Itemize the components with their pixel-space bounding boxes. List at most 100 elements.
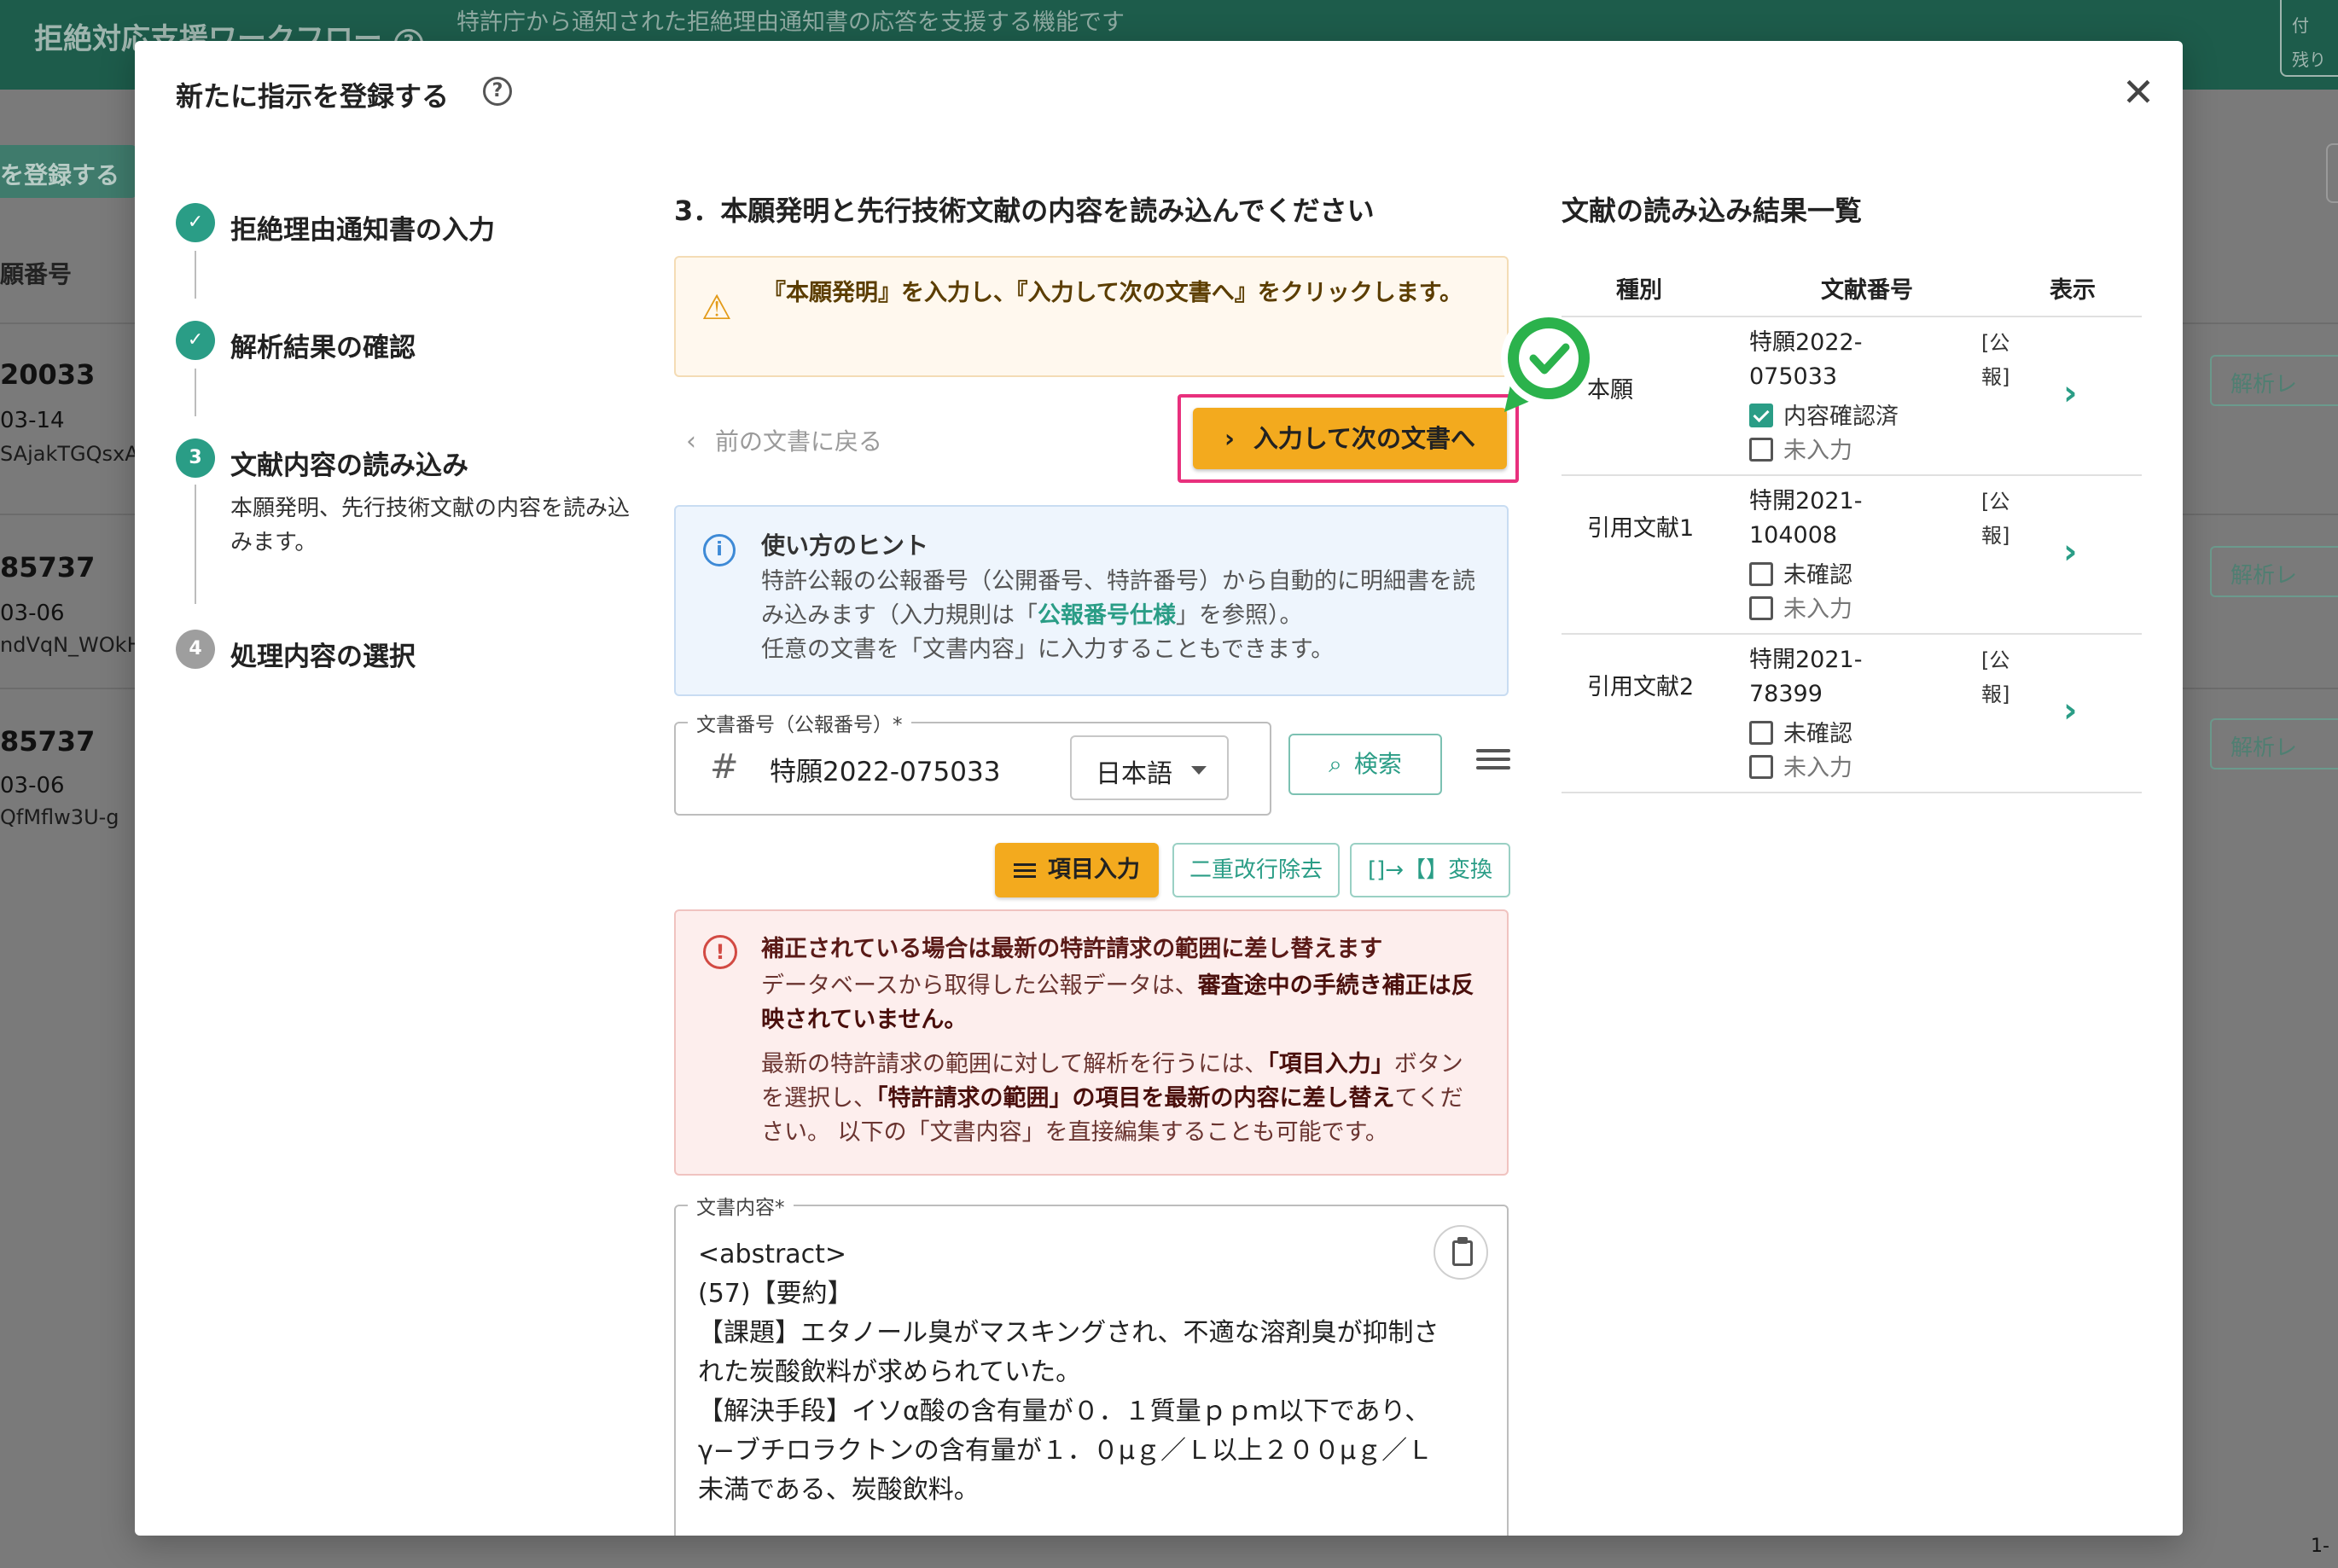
error-emphasis: 「特許請求の範囲」の項目を最新の内容に差し替え	[876, 1085, 1395, 1112]
check-row[interactable]: 未入力	[1749, 590, 1852, 624]
hint-text: 任意の文書を「文書内容」に入力することもできます。	[761, 636, 1335, 663]
row-date: 03-06	[0, 773, 65, 799]
row-code: QfMflw3U-g	[0, 805, 119, 829]
column-header: 願番号	[0, 260, 73, 288]
check-row[interactable]: 未入力	[1749, 749, 1852, 782]
doc-number-label: 文書番号（公報番号）*	[688, 708, 911, 737]
result-type: 引用文献1	[1587, 515, 1695, 542]
menu-icon[interactable]	[1476, 744, 1510, 778]
checkbox[interactable]	[1749, 562, 1773, 586]
error-title: 補正されている場合は最新の特許請求の範囲に差し替えます	[761, 936, 1383, 962]
checkbox-checked[interactable]	[1749, 404, 1773, 427]
doc-number-input[interactable]	[770, 747, 1051, 790]
language-value: 日本語	[1096, 759, 1172, 789]
row-date: 03-06	[0, 601, 65, 626]
item-input-label: 項目入力	[1048, 857, 1140, 883]
result-row[interactable]: 引用文献2 特開2021-78399 [公報] 未確認 未入力 ›	[1562, 635, 2142, 793]
hint-text: 」を参照）。	[1176, 602, 1303, 629]
spec-link[interactable]: 公報番号仕様	[1038, 602, 1176, 629]
check-label: 未確認	[1783, 562, 1852, 589]
result-row[interactable]: 本願 特願2022-075033 [公報] 内容確認済 未入力 ›	[1562, 317, 2142, 476]
warning-icon: ⚠	[701, 288, 732, 328]
check-label: 未入力	[1783, 438, 1852, 464]
result-number: 特開2021-104008	[1749, 488, 1863, 549]
row-code: SAjakTGQsxA	[0, 442, 139, 466]
search-button[interactable]: ⌕ 検索	[1288, 734, 1442, 795]
clipboard-tab	[1457, 1237, 1468, 1244]
step-label: 処理内容の選択	[230, 642, 416, 672]
row-number: 20033	[0, 358, 96, 391]
chevron-right-icon[interactable]: ›	[2063, 532, 2077, 572]
check-label: 内容確認済	[1783, 404, 1899, 430]
corner-line: 残り	[2292, 49, 2326, 70]
error-paragraph: 最新の特許請求の範囲に対して解析を行うには、「項目入力」ボタンを選択し、「特許請…	[761, 1048, 1478, 1150]
checkbox[interactable]	[1749, 721, 1773, 745]
hint-title: 使い方のヒント	[761, 531, 929, 560]
results-header: 種別 文献番号 表示	[1562, 264, 2142, 317]
analyze-button[interactable]: 解析レ	[2210, 355, 2338, 406]
warning-alert: ⚠ 『本願発明』を入力し、『入力して次の文書へ』をクリックします。	[674, 256, 1509, 377]
document-content-text[interactable]: <abstract> (57)【要約】 【課題】エタノール臭がマスキングされ、不…	[698, 1235, 1449, 1510]
check-icon: ✓	[176, 321, 215, 360]
corner-line: 付	[2292, 15, 2309, 36]
row-date: 03-14	[0, 408, 65, 433]
result-type: 本願	[1587, 377, 1633, 404]
back-button[interactable]: ‹ 前の文書に戻る	[674, 423, 882, 457]
error-text: 最新の特許請求の範囲に対して解析を行うには、	[761, 1051, 1268, 1077]
result-pub: [公報]	[1981, 490, 2010, 548]
step-number: 3	[176, 438, 215, 478]
bracket-convert-button[interactable]: []→【】変換	[1350, 843, 1510, 897]
result-pub: [公報]	[1981, 648, 2010, 706]
doc-number-field: 文書番号（公報番号）* # 日本語	[674, 708, 1271, 816]
error-emphasis: 「項目入力」	[1267, 1051, 1394, 1077]
register-instruction-modal: 新たに指示を登録する ? ✕ ✓ 拒絶理由通知書の入力 ✓ 解析結果の確認 3 …	[135, 41, 2183, 1536]
step-label: 解析結果の確認	[230, 333, 416, 363]
check-label: 未確認	[1783, 721, 1852, 747]
error-paragraph: データベースから取得した公報データは、審査途中の手続き補正は反映されていません。	[761, 969, 1478, 1037]
register-button[interactable]: を登録する	[0, 145, 137, 198]
corner-widget[interactable]: 付残り	[2280, 0, 2338, 77]
step-label: 拒絶理由通知書の入力	[230, 215, 495, 246]
checkbox[interactable]	[1749, 755, 1773, 779]
step-connector	[195, 485, 196, 604]
check-row[interactable]: 未確認	[1749, 556, 1852, 589]
chevron-right-icon: ›	[1224, 424, 1235, 453]
chevron-right-icon[interactable]: ›	[2063, 374, 2077, 413]
error-icon: !	[703, 935, 737, 969]
results-title: 文献の読み込み結果一覧	[1562, 195, 1863, 227]
check-label: 未入力	[1783, 596, 1852, 623]
app-subtitle: 特許庁から通知された拒絶理由通知書の応答を支援する機能です	[457, 9, 1125, 36]
header-type: 種別	[1616, 277, 1662, 304]
step-number: 4	[176, 630, 215, 669]
header-number: 文献番号	[1821, 277, 1913, 304]
chevron-right-icon[interactable]: ›	[2063, 691, 2077, 730]
remove-double-newline-button[interactable]: 二重改行除去	[1172, 843, 1340, 897]
help-icon[interactable]: ?	[483, 77, 512, 106]
checkbox[interactable]	[1749, 596, 1773, 620]
analyze-button[interactable]: 解析レ	[2210, 546, 2338, 597]
close-button[interactable]: ✕	[2113, 67, 2164, 118]
hint-alert: i 使い方のヒント 特許公報の公報番号（公開番号、特許番号）から自動的に明細書を…	[674, 505, 1509, 696]
clipboard-button[interactable]	[1434, 1225, 1488, 1280]
check-row[interactable]: 未入力	[1749, 432, 1852, 465]
hint-body: 特許公報の公報番号（公開番号、特許番号）から自動的に明細書を読み込みます（入力規…	[761, 565, 1478, 667]
clipboard-icon	[1452, 1240, 1473, 1266]
right-control[interactable]	[2326, 143, 2338, 203]
result-number: 特開2021-78399	[1749, 647, 1863, 707]
row-code: ndVqN_WOkH	[0, 633, 142, 657]
next-document-button[interactable]: › 入力して次の文書へ	[1193, 408, 1507, 469]
check-row[interactable]: 未確認	[1749, 715, 1852, 748]
search-icon: ⌕	[1329, 750, 1342, 778]
check-row[interactable]: 内容確認済	[1749, 398, 1899, 431]
analyze-button[interactable]: 解析レ	[2210, 718, 2338, 769]
item-input-button[interactable]: 項目入力	[995, 843, 1159, 897]
list-icon	[1014, 860, 1036, 881]
step-description: 本願発明、先行技術文献の内容を読み込みます。	[230, 496, 631, 555]
check-icon: ✓	[176, 203, 215, 242]
result-row[interactable]: 引用文献1 特開2021-104008 [公報] 未確認 未入力 ›	[1562, 476, 2142, 635]
checkbox[interactable]	[1749, 438, 1773, 462]
modal-title: 新たに指示を登録する	[176, 80, 450, 113]
document-content-field[interactable]: 文書内容* <abstract> (57)【要約】 【課題】エタノール臭がマスキ…	[674, 1191, 1509, 1536]
result-pub: [公報]	[1981, 331, 2010, 389]
language-select[interactable]: 日本語	[1070, 735, 1229, 800]
